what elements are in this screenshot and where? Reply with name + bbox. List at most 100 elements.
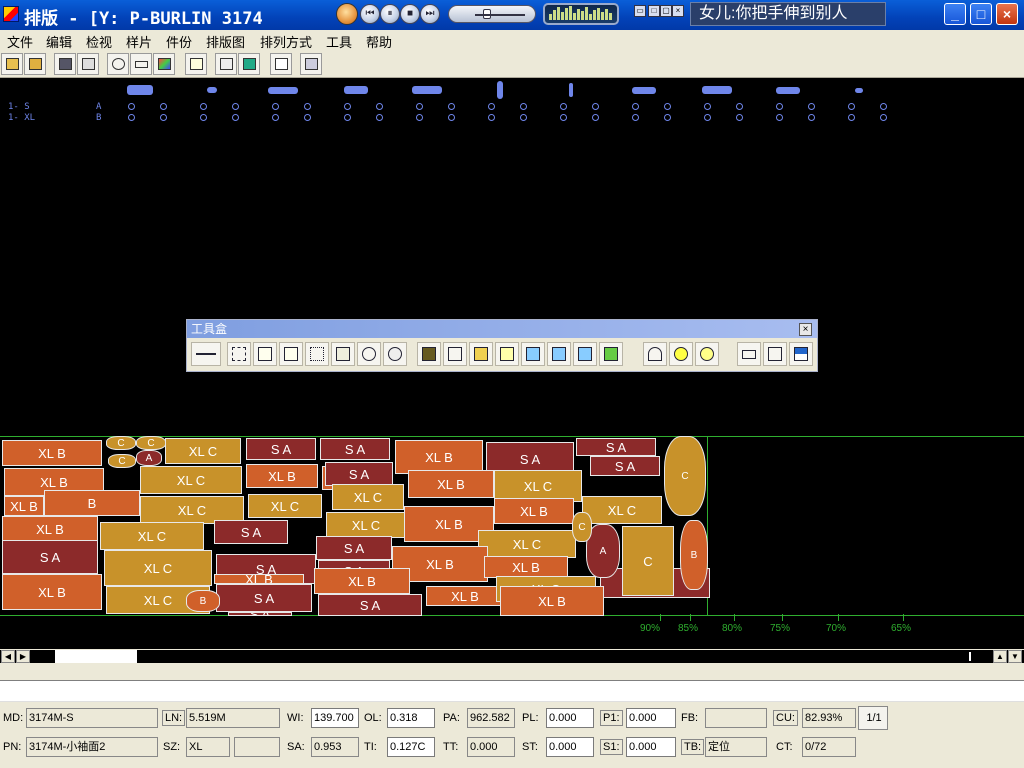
layer-tool-icon[interactable] xyxy=(495,342,519,366)
flip-tool-icon[interactable] xyxy=(191,342,221,366)
save-as-icon[interactable] xyxy=(77,53,99,75)
marker-piece[interactable]: S A xyxy=(316,536,392,560)
s1-label[interactable]: S1: xyxy=(600,739,623,755)
box-select3-tool-icon[interactable] xyxy=(573,342,597,366)
marker-piece[interactable]: C xyxy=(572,512,592,542)
piece-info-icon[interactable] xyxy=(185,53,207,75)
marker-piece[interactable]: XL C xyxy=(478,530,576,558)
tb-label[interactable]: TB: xyxy=(681,739,705,755)
piece-thumbnail[interactable] xyxy=(776,87,800,94)
marker-piece[interactable]: C xyxy=(108,454,136,468)
app-icon[interactable] xyxy=(3,6,19,22)
copy-tool-icon[interactable] xyxy=(763,342,787,366)
piece-count-circle[interactable] xyxy=(272,103,279,110)
marker-piece[interactable]: XL C xyxy=(332,484,404,510)
export-icon[interactable] xyxy=(300,53,322,75)
marker-piece[interactable]: XL B xyxy=(2,516,98,542)
zoom-window-icon[interactable] xyxy=(130,53,152,75)
marker-piece[interactable]: S A xyxy=(325,462,393,486)
horizontal-scrollbar[interactable]: ◀ ▶ ▲ ▼ xyxy=(0,649,1024,664)
hook-tool-icon[interactable] xyxy=(643,342,667,366)
piece-count-circle[interactable] xyxy=(448,103,455,110)
piece-count-circle[interactable] xyxy=(344,114,351,121)
piece-count-circle[interactable] xyxy=(160,114,167,121)
media-player-face-icon[interactable] xyxy=(336,3,358,25)
piece-count-circle[interactable] xyxy=(704,114,711,121)
marker-piece[interactable]: XL C xyxy=(582,496,662,524)
piece-count-circle[interactable] xyxy=(664,103,671,110)
marker-piece[interactable]: C xyxy=(664,436,706,516)
marker-piece[interactable]: B xyxy=(44,490,140,516)
align-center-tool-icon[interactable] xyxy=(279,342,303,366)
maximize-button[interactable]: □ xyxy=(970,3,992,25)
menu-piece[interactable]: 样片 xyxy=(126,32,152,51)
marker-piece[interactable]: XL B xyxy=(4,496,44,516)
ol-field[interactable]: 0.318 xyxy=(387,708,435,728)
slide-tool-icon[interactable] xyxy=(305,342,329,366)
piece-count-circle[interactable] xyxy=(272,114,279,121)
piece-count-circle[interactable] xyxy=(704,103,711,110)
piece-count-circle[interactable] xyxy=(880,103,887,110)
previous-track-icon[interactable]: ⏮ xyxy=(360,4,380,24)
marker-piece[interactable]: XL B xyxy=(246,464,318,488)
mini-restore-icon[interactable]: ▭ xyxy=(634,5,646,17)
menu-view[interactable]: 检视 xyxy=(86,32,112,51)
piece-count-circle[interactable] xyxy=(520,103,527,110)
scroll-right-icon[interactable]: ▶ xyxy=(16,650,30,663)
palette-tool-icon[interactable] xyxy=(789,342,813,366)
pl-field[interactable]: 0.000 xyxy=(546,708,594,728)
marker-piece[interactable]: XL B xyxy=(484,556,568,578)
report-icon[interactable] xyxy=(270,53,292,75)
piece-thumbnail[interactable] xyxy=(127,85,153,95)
piece-thumbnail[interactable] xyxy=(344,86,368,94)
piece-count-circle[interactable] xyxy=(736,114,743,121)
piece-count-circle[interactable] xyxy=(376,114,383,121)
s1-field[interactable]: 0.000 xyxy=(626,737,676,757)
marker-piece[interactable]: S A xyxy=(2,540,98,574)
mini-maximize-icon[interactable]: □ xyxy=(648,5,660,17)
piece-count-circle[interactable] xyxy=(632,103,639,110)
volume-slider[interactable] xyxy=(448,5,536,23)
piece-thumbnail[interactable] xyxy=(702,86,732,94)
st-field[interactable]: 0.000 xyxy=(546,737,594,757)
piece-count-circle[interactable] xyxy=(200,114,207,121)
piece-count-circle[interactable] xyxy=(128,114,135,121)
place-piece-icon[interactable] xyxy=(215,53,237,75)
piece-count-circle[interactable] xyxy=(488,114,495,121)
new-file-icon[interactable] xyxy=(1,53,23,75)
marker-piece[interactable]: XL B xyxy=(395,440,483,474)
marker-piece[interactable]: XL C xyxy=(165,438,241,464)
box-select2-tool-icon[interactable] xyxy=(547,342,571,366)
menu-help[interactable]: 帮助 xyxy=(366,32,392,51)
full-view-icon[interactable] xyxy=(153,53,175,75)
piece-count-circle[interactable] xyxy=(848,114,855,121)
piece-count-circle[interactable] xyxy=(848,103,855,110)
piece-count-circle[interactable] xyxy=(592,114,599,121)
marker-piece[interactable]: XL C xyxy=(100,522,204,550)
piece-count-circle[interactable] xyxy=(200,103,207,110)
piece-count-circle[interactable] xyxy=(448,114,455,121)
piece-count-circle[interactable] xyxy=(416,103,423,110)
zoom-in-icon[interactable] xyxy=(107,53,129,75)
scroll-track[interactable] xyxy=(33,650,990,663)
piece-count-circle[interactable] xyxy=(592,103,599,110)
piece-count-circle[interactable] xyxy=(560,114,567,121)
p1-label[interactable]: P1: xyxy=(600,710,623,726)
piece-count-circle[interactable] xyxy=(232,103,239,110)
marker-piece[interactable]: XL C xyxy=(326,512,406,538)
marker-piece[interactable]: S A xyxy=(216,584,312,612)
pause-icon[interactable]: ⏸ xyxy=(380,4,400,24)
piece-count-circle[interactable] xyxy=(128,103,135,110)
menu-marker[interactable]: 排版图 xyxy=(206,32,245,51)
marker-piece[interactable]: S A xyxy=(228,612,292,616)
marker-piece[interactable]: XL C xyxy=(104,550,212,586)
marker-layout[interactable]: XL BCCXL CS AS AXL BXL CXL BXL BCAXL CXL… xyxy=(0,436,1024,618)
marker-piece[interactable]: C xyxy=(136,436,166,450)
bulb-off-tool-icon[interactable] xyxy=(695,342,719,366)
mini-minimize-icon[interactable]: ▢ xyxy=(660,5,672,17)
ti-field[interactable]: 0.127C xyxy=(387,737,435,757)
mini-close-icon[interactable]: × xyxy=(672,5,684,17)
marker-piece[interactable]: S A xyxy=(320,438,390,460)
piece-thumbnail[interactable] xyxy=(497,81,503,99)
marker-piece[interactable]: XL B xyxy=(426,586,504,606)
